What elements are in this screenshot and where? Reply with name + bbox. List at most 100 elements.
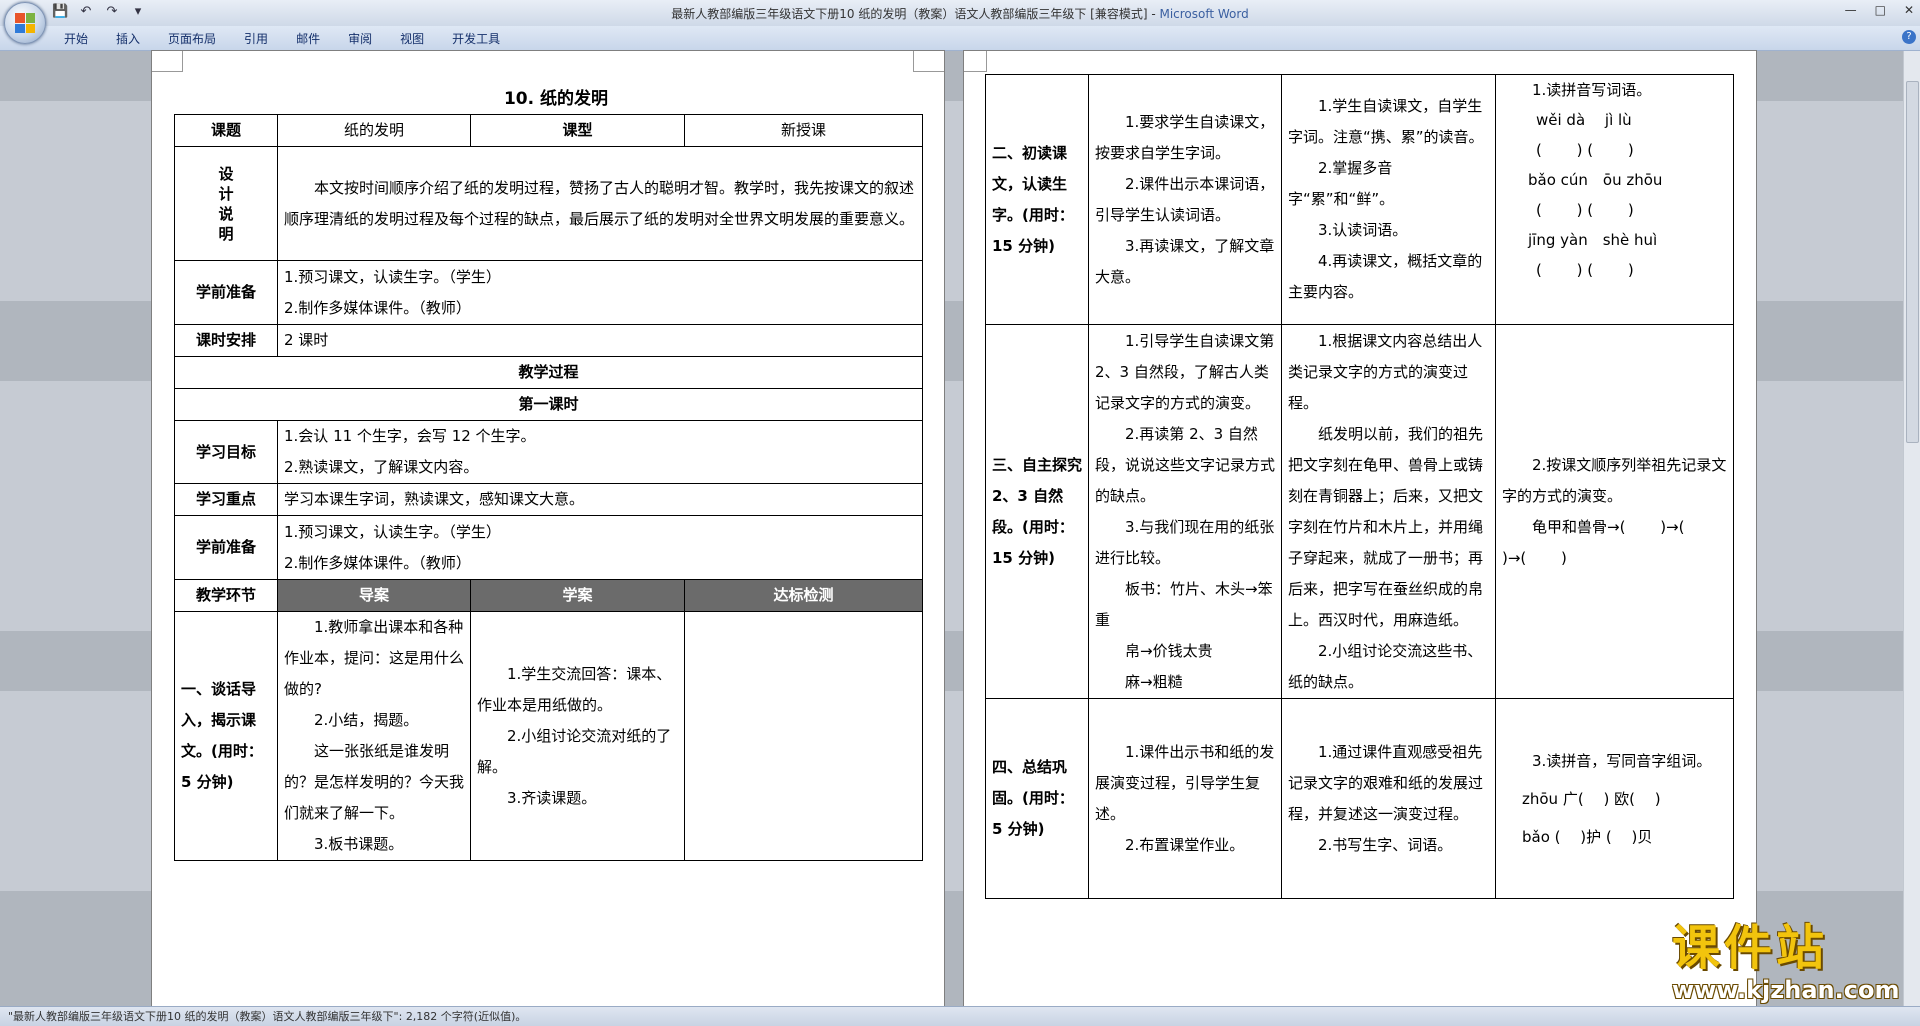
tab-references[interactable]: 引用 <box>230 30 282 47</box>
s3-xuean-item: 2.小组讨论交流这些书、纸的缺点。 <box>1288 641 1483 691</box>
lesson-table-page2: 二、初读课文，认读生字。(用时：15 分钟) 1.要求学生自读课文，按要求自学生… <box>985 74 1734 899</box>
crop-mark <box>913 51 944 72</box>
table-row: 教学过程 <box>174 356 923 389</box>
jiaoxue-guocheng-heading: 教学过程 <box>174 356 923 389</box>
crop-mark <box>152 51 183 72</box>
crop-mark <box>964 51 987 72</box>
table-row: 一、谈话导入，揭示课文。(用时：5 分钟) 1.教师拿出课本和各种作业本，提问：… <box>174 611 923 861</box>
status-text: "最新人教部编版三年级语文下册10 纸的发明（教案）语文人教部编版三年级下": … <box>8 1010 527 1023</box>
s2-pinyin: bǎo cún ōu zhōu <box>1528 171 1663 189</box>
tab-developer[interactable]: 开发工具 <box>438 30 514 47</box>
s2-daoan-item: 1.要求学生自读课文，按要求自学生字词。 <box>1095 112 1275 162</box>
s3-dabiao-item: 2.按课文顺序列举祖先记录文字的方式的演变。 <box>1502 455 1727 505</box>
s1-daoan-item: 1.教师拿出课本和各种作业本，提问：这是用什么做的? <box>284 618 465 698</box>
zhongdian-label: 学习重点 <box>174 483 278 516</box>
table-row: 课时安排 2 课时 <box>174 324 923 357</box>
minimize-icon[interactable]: — <box>1845 3 1857 17</box>
s2-xuean-item: 4.再读课文，概括文章的主要内容。 <box>1288 252 1483 301</box>
table-row: 学前准备 1.预习课文，认读生字。（学生） 2.制作多媒体课件。（教师） <box>174 260 923 325</box>
zhunbei-label: 学前准备 <box>174 260 278 325</box>
maximize-icon[interactable]: □ <box>1875 3 1886 17</box>
s3-daoan-item: 帛→价钱太贵 <box>1125 641 1213 660</box>
ribbon: 开始 插入 页面布局 引用 邮件 审阅 视图 开发工具 ? <box>0 26 1920 51</box>
s3-daoan-item: 1.引导学生自读课文第 2、3 自然段，了解古人类记录文字的方式的演变。 <box>1095 331 1275 412</box>
zhunbei2-item: 1.预习课文，认读生字。（学生） <box>284 522 501 541</box>
vertical-scrollbar[interactable] <box>1903 51 1920 1006</box>
xuean-header: 学案 <box>470 579 685 612</box>
s4-daoan-item: 1.课件出示书和纸的发展演变过程，引导学生复述。 <box>1095 742 1275 823</box>
s1-daoan-item: 3.板书课题。 <box>314 835 404 853</box>
s4-xuean-item: 2.书写生字、词语。 <box>1318 835 1453 854</box>
status-bar: "最新人教部编版三年级语文下册10 纸的发明（教案）语文人教部编版三年级下": … <box>0 1006 1920 1026</box>
table-row: 三、自主探究2、3 自然段。(用时：15 分钟) 1.引导学生自读课文第 2、3… <box>985 324 1734 699</box>
mubiao-label: 学习目标 <box>174 420 278 484</box>
scrollbar-thumb[interactable] <box>1906 81 1919 443</box>
title-bar: 💾 ↶ ↷ ▾ 最新人教部编版三年级语文下册10 纸的发明（教案）语文人教部编版… <box>0 0 1920 26</box>
kexing-value: 新授课 <box>684 114 923 147</box>
tab-page-layout[interactable]: 页面布局 <box>154 30 230 47</box>
kexing-label: 课型 <box>470 114 685 147</box>
keshi-label: 课时安排 <box>174 324 278 357</box>
table-row: 学习目标 1.会认 11 个生字，会写 12 个生字。 2.熟读课文，了解课文内容… <box>174 420 923 484</box>
tab-home[interactable]: 开始 <box>50 30 102 47</box>
watermark-logo: 课件站 www.kjzhan.com <box>1672 920 1920 1010</box>
s1-daoan-item: 2.小结，揭题。 <box>314 711 419 729</box>
table-row: 课题 纸的发明 课型 新授课 <box>174 114 923 147</box>
help-icon[interactable]: ? <box>1902 30 1916 44</box>
table-row: 学习重点 学习本课生字词，熟读课文，感知课文大意。 <box>174 483 923 516</box>
keti-label: 课题 <box>174 114 278 147</box>
tab-mailings[interactable]: 邮件 <box>282 30 334 47</box>
office-button[interactable] <box>4 2 46 44</box>
huanjie-label: 教学环节 <box>174 579 278 612</box>
document-title: 最新人教部编版三年级语文下册10 纸的发明（教案）语文人教部编版三年级下 [兼容… <box>671 7 1160 21</box>
s4-dabiao-item: 3.读拼音，写同音字组词。 <box>1532 751 1712 770</box>
watermark-brand: 课件站 <box>1672 920 1829 976</box>
s2-blank: ( ) ( ) <box>1536 141 1634 159</box>
lesson-table-page1: 课题 纸的发明 课型 新授课 设计说明 本文按时间顺序介绍了纸的发明过程，赞扬了… <box>174 114 923 861</box>
tab-insert[interactable]: 插入 <box>102 30 154 47</box>
document-heading: 10. 纸的发明 <box>503 89 609 109</box>
s2-blank: ( ) ( ) <box>1536 201 1634 219</box>
s3-daoan-item: 2.再读第 2、3 自然段，说说这些文字记录方式的缺点。 <box>1095 424 1276 505</box>
s4-dabiao-item: zhōu 广( ) 欧( ) <box>1522 789 1661 808</box>
s3-xuean-item: 1.根据课文内容总结出人类记录文字的方式的演变过程。 <box>1288 331 1483 412</box>
sheji-label: 设计说明 <box>174 146 278 261</box>
office-logo-icon <box>15 13 35 33</box>
s1-dabiao-cell <box>684 611 923 861</box>
s3-daoan-item: 麻→粗糙 <box>1125 672 1183 691</box>
s4-daoan-item: 2.布置课堂作业。 <box>1125 835 1245 854</box>
zhongdian-value: 学习本课生字词，熟读课文，感知课文大意。 <box>277 483 923 516</box>
s3-daoan-item: 板书：竹片、木头→笨重 <box>1095 579 1273 629</box>
s4-xuean-item: 1.通过课件直观感受祖先记录文字的艰难和纸的发展过程，并复述这一演变过程。 <box>1288 742 1484 823</box>
window-controls: — □ ✕ <box>1845 3 1914 17</box>
s2-daoan-item: 3.再读课文，了解文章大意。 <box>1095 236 1275 286</box>
table-row: 设计说明 本文按时间顺序介绍了纸的发明过程，赞扬了古人的聪明才智。教学时，我先按… <box>174 146 923 261</box>
section-3-label: 三、自主探究2、3 自然段。(用时：15 分钟) <box>985 324 1089 699</box>
section-1-label: 一、谈话导入，揭示课文。(用时：5 分钟) <box>174 611 278 861</box>
s3-dabiao-item: 龟甲和兽骨→( )→( )→( ) <box>1502 517 1720 567</box>
tab-view[interactable]: 视图 <box>386 30 438 47</box>
close-icon[interactable]: ✕ <box>1904 3 1914 17</box>
s1-xuean-item: 1.学生交流回答：课本、作业本是用纸做的。 <box>477 664 672 714</box>
keti-value: 纸的发明 <box>277 114 471 147</box>
s1-xuean-item: 3.齐读课题。 <box>507 788 597 807</box>
table-row: 学前准备 1.预习课文，认读生字。（学生） 2.制作多媒体课件。（教师） <box>174 515 923 580</box>
zhunbei-item: 1.预习课文，认读生字。（学生） <box>284 267 501 286</box>
zhunbei2-item: 2.制作多媒体课件。（教师） <box>284 553 471 572</box>
daoan-header: 导案 <box>277 579 471 612</box>
s2-pinyin: jīng yàn shè huì <box>1528 231 1658 249</box>
table-row: 四、总结巩固。(用时：5 分钟) 1.课件出示书和纸的发展演变过程，引导学生复述… <box>985 698 1734 899</box>
s2-daoan-item: 2.课件出示本课词语，引导学生认读词语。 <box>1095 174 1275 224</box>
tab-review[interactable]: 审阅 <box>334 30 386 47</box>
sheji-text: 本文按时间顺序介绍了纸的发明过程，赞扬了古人的聪明才智。教学时，我先按课文的叙述… <box>277 146 923 261</box>
table-row: 二、初读课文，认读生字。(用时：15 分钟) 1.要求学生自读课文，按要求自学生… <box>985 74 1734 325</box>
zhunbei2-label: 学前准备 <box>174 515 278 580</box>
section-2-label: 二、初读课文，认读生字。(用时：15 分钟) <box>985 74 1089 325</box>
ribbon-tabs: 开始 插入 页面布局 引用 邮件 审阅 视图 开发工具 <box>50 30 514 47</box>
table-row: 教学环节 导案 学案 达标检测 <box>174 579 923 612</box>
app-name: Microsoft Word <box>1159 7 1249 21</box>
s3-xuean-item: 纸发明以前，我们的祖先把文字刻在龟甲、兽骨上或铸刻在青铜器上；后来，又把文字刻在… <box>1288 424 1484 629</box>
dabiao-header: 达标检测 <box>684 579 923 612</box>
s2-pinyin: wěi dà jì lù <box>1536 111 1632 129</box>
zhunbei-item: 2.制作多媒体课件。（教师） <box>284 298 471 317</box>
